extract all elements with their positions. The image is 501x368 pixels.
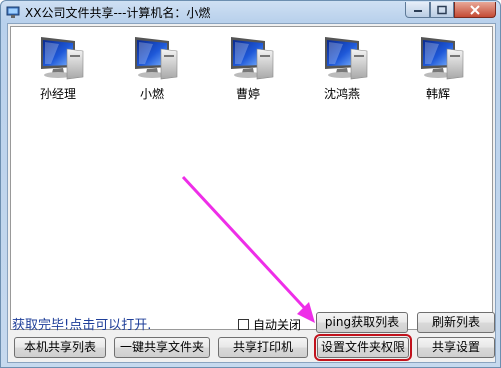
- app-window: XX公司文件共享---计算机名：小燃 孙经理 小燃 曹婷 沈鸿燕 韩辉 获取完毕!点击可…: [0, 0, 501, 368]
- one-click-share-button[interactable]: 一键共享文件夹: [114, 337, 210, 358]
- computer-name: 小燃: [139, 87, 164, 101]
- computer-name: 孙经理: [39, 87, 76, 101]
- computer-item[interactable]: 小燃: [117, 35, 187, 102]
- computer-name: 沈鸿燕: [323, 87, 360, 101]
- computer-item[interactable]: 曹婷: [213, 35, 283, 102]
- computer-list[interactable]: 孙经理 小燃 曹婷 沈鸿燕 韩辉: [10, 26, 493, 330]
- computer-icon: [41, 37, 84, 80]
- computer-icon: [231, 37, 274, 80]
- checkbox-box[interactable]: [238, 319, 249, 330]
- ping-list-button[interactable]: ping获取列表: [316, 312, 408, 333]
- window-title: XX公司文件共享---计算机名：小燃: [25, 6, 211, 20]
- share-settings-button[interactable]: 共享设置: [417, 337, 495, 358]
- computer-icon: [135, 37, 178, 80]
- computer-name: 韩辉: [425, 87, 450, 101]
- refresh-list-button[interactable]: 刷新列表: [417, 312, 495, 333]
- computer-item[interactable]: 孙经理: [23, 35, 93, 102]
- share-printer-button[interactable]: 共享打印机: [218, 337, 308, 358]
- title-bar[interactable]: XX公司文件共享---计算机名：小燃: [1, 1, 500, 23]
- close-icon: [470, 4, 480, 15]
- auto-close-label: 自动关闭: [253, 318, 302, 332]
- computer-icon: [325, 37, 368, 80]
- computer-icon: [421, 37, 464, 80]
- minimize-icon: [413, 9, 422, 12]
- computer-item[interactable]: 沈鸿燕: [307, 35, 377, 102]
- auto-close-checkbox[interactable]: 自动关闭: [238, 316, 301, 333]
- maximize-icon: [437, 5, 447, 14]
- set-folder-permissions-button[interactable]: 设置文件夹权限: [314, 334, 412, 361]
- minimize-button[interactable]: [405, 2, 430, 18]
- status-text: 获取完毕!点击可以打开.: [12, 318, 152, 333]
- computer-name: 曹婷: [235, 87, 260, 101]
- computer-item[interactable]: 韩辉: [403, 35, 473, 102]
- maximize-button[interactable]: [430, 2, 454, 18]
- app-icon: [6, 6, 20, 18]
- client-area: 孙经理 小燃 曹婷 沈鸿燕 韩辉 获取完毕!点击可以打开. 自动关闭 ping获取列表 …: [7, 23, 496, 363]
- local-shares-button[interactable]: 本机共享列表: [14, 337, 106, 358]
- close-button[interactable]: [454, 2, 496, 18]
